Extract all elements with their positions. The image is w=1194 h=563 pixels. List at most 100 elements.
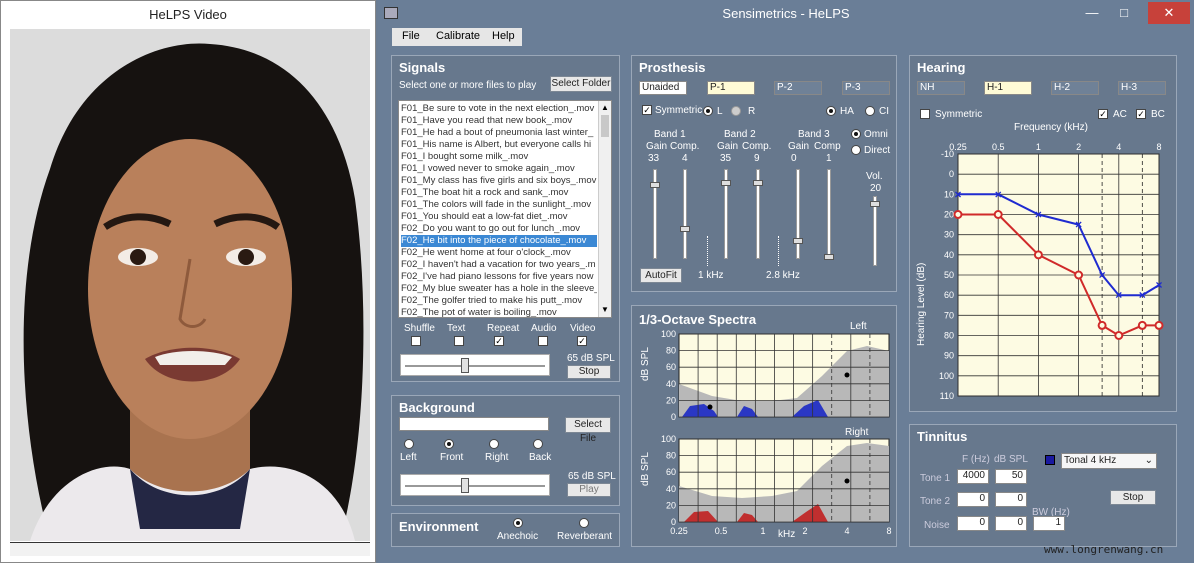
band1-comp-slider[interactable] [680, 169, 690, 259]
signal-file-list[interactable]: F01_Be sure to vote in the next election… [398, 100, 612, 318]
signal-level-slider[interactable] [400, 354, 550, 376]
band2-comp-slider[interactable] [753, 169, 763, 259]
mic-direct-radio[interactable] [851, 145, 861, 155]
background-file-field[interactable] [399, 417, 549, 431]
band3-comp-thumb[interactable] [824, 254, 834, 260]
mic-omni-radio[interactable] [851, 129, 861, 139]
maximize-icon[interactable]: □ [1110, 2, 1138, 24]
noise-level-field[interactable]: 0 [995, 516, 1027, 531]
minimize-icon[interactable]: — [1078, 2, 1106, 24]
audiogram-series-2-point[interactable] [1074, 270, 1084, 280]
menu-file[interactable]: File [402, 30, 420, 42]
tone1-level-field[interactable]: 50 [995, 469, 1027, 484]
band2-gain-slider[interactable] [721, 169, 731, 259]
file-list-item[interactable]: F01_Have you read that new book_.mov [401, 115, 597, 127]
band1-comp-thumb[interactable] [680, 226, 690, 232]
band1-gain-slider[interactable] [650, 169, 660, 259]
noise-bandwidth-field[interactable]: 1 [1033, 516, 1065, 531]
audiogram-series-1-point[interactable]: × [1099, 268, 1106, 282]
signal-option-audio-checkbox[interactable] [538, 336, 548, 346]
file-list-scrollbar[interactable]: ▲ ▼ [598, 101, 611, 317]
hearing-preset-h2[interactable]: H-2 [1051, 81, 1099, 95]
file-list-item[interactable]: F02_I haven't had a vacation for two yea… [401, 259, 597, 271]
hearing-preset-h1[interactable]: H-1 [984, 81, 1032, 95]
menu-calibrate[interactable]: Calibrate [436, 30, 480, 42]
band3-comp-slider[interactable] [824, 169, 834, 260]
file-list-item[interactable]: F01_His name is Albert, but everyone cal… [401, 139, 597, 151]
file-list-item[interactable]: F01_I bought some milk_.mov [401, 151, 597, 163]
signal-option-repeat-checkbox[interactable]: ✓ [494, 336, 504, 346]
prosthesis-preset-p1[interactable]: P-1 [707, 81, 755, 95]
file-list-item[interactable]: F01_I vowed never to smoke again_.mov [401, 163, 597, 175]
ear-right-radio[interactable] [731, 106, 741, 116]
prosthesis-preset-p2[interactable]: P-2 [774, 81, 822, 95]
type-ci-radio[interactable] [865, 106, 875, 116]
tinnitus-type-select[interactable]: Tonal 4 kHz ⌄ [1061, 453, 1157, 469]
audiogram-series-2-point[interactable] [1137, 320, 1147, 330]
audiogram-series-1-point[interactable]: × [1075, 218, 1082, 232]
prosthesis-preset-p3[interactable]: P-3 [842, 81, 890, 95]
prosthesis-symmetric-checkbox[interactable]: ✓ [642, 105, 652, 115]
audiogram-series-2-point[interactable] [1154, 320, 1164, 330]
prosthesis-preset-unaided[interactable]: Unaided [639, 81, 687, 95]
file-list-item[interactable]: F02_He went home at four o'clock_.mov [401, 247, 597, 259]
file-list-item[interactable]: F02_Do you want to go out for lunch_.mov [401, 223, 597, 235]
signal-option-shuffle-checkbox[interactable] [411, 336, 421, 346]
close-icon[interactable]: ✕ [1148, 2, 1190, 24]
band2-comp-thumb[interactable] [753, 180, 763, 186]
file-list-item[interactable]: F02_My blue sweater has a hole in the sl… [401, 283, 597, 295]
signal-option-video-checkbox[interactable]: ✓ [577, 336, 587, 346]
environment-anechoic-radio[interactable] [513, 518, 523, 528]
audiogram-series-1-point[interactable]: × [1035, 208, 1042, 222]
audiogram-series-1-point[interactable]: × [1115, 288, 1122, 302]
noise-frequency-field[interactable]: 0 [957, 516, 989, 531]
file-list-item[interactable]: F01_You should eat a low-fat diet_.mov [401, 211, 597, 223]
signal-stop-button[interactable]: Stop [567, 365, 611, 379]
file-list-item[interactable]: F01_My class has five girls and six boys… [401, 175, 597, 187]
scroll-down-icon[interactable]: ▼ [601, 305, 609, 314]
background-position-left-radio[interactable] [404, 439, 414, 449]
ear-left-radio[interactable] [703, 106, 713, 116]
file-list-item[interactable]: F01_He had a bout of pneumonia last wint… [401, 127, 597, 139]
select-folder-button[interactable]: Select Folder [550, 76, 612, 92]
file-list-item[interactable]: F02_I've had piano lessons for five year… [401, 271, 597, 283]
tone1-frequency-field[interactable]: 4000 [957, 469, 989, 484]
audiogram-series-2-point[interactable] [1114, 331, 1124, 340]
select-file-button[interactable]: Select File [565, 417, 611, 444]
volume-thumb[interactable] [870, 201, 880, 207]
band2-gain-thumb[interactable] [721, 180, 731, 186]
background-play-button[interactable]: Play [567, 483, 611, 497]
tone2-level-field[interactable]: 0 [995, 492, 1027, 507]
hearing-preset-h3[interactable]: H-3 [1118, 81, 1166, 95]
audiogram-series-1-point[interactable]: × [954, 187, 961, 201]
file-list-item[interactable]: F02_The golfer tried to make his putt_.m… [401, 295, 597, 307]
audiogram-series-1-point[interactable]: × [1155, 278, 1162, 292]
scroll-thumb[interactable] [601, 115, 609, 137]
tinnitus-stop-button[interactable]: Stop [1110, 490, 1156, 505]
autofit-button[interactable]: AutoFit [640, 268, 682, 283]
audiogram-series-1-point[interactable]: × [1139, 288, 1146, 302]
volume-slider[interactable] [870, 196, 880, 266]
file-list-item[interactable]: F01_Be sure to vote in the next election… [401, 103, 597, 115]
band3-gain-slider[interactable] [793, 169, 803, 259]
signal-option-text-checkbox[interactable] [454, 336, 464, 346]
audiogram-series-1-point[interactable]: × [995, 187, 1002, 201]
file-list-item[interactable]: F01_The boat hit a rock and sank_.mov [401, 187, 597, 199]
audiogram-series-2-point[interactable] [1033, 250, 1043, 260]
background-level-slider[interactable] [400, 474, 550, 496]
audiogram-series-2-point[interactable] [953, 210, 963, 219]
file-list-item[interactable]: F01_The colors will fade in the sunlight… [401, 199, 597, 211]
background-position-back-radio[interactable] [533, 439, 543, 449]
band3-gain-thumb[interactable] [793, 238, 803, 244]
file-list-item[interactable]: F02_He bit into the piece of chocolate_.… [401, 235, 597, 247]
audiogram-series-2-point[interactable] [993, 210, 1003, 219]
signal-level-thumb[interactable] [461, 358, 469, 373]
band1-gain-thumb[interactable] [650, 182, 660, 188]
tone2-frequency-field[interactable]: 0 [957, 492, 989, 507]
hearing-preset-nh[interactable]: NH [917, 81, 965, 95]
scroll-up-icon[interactable]: ▲ [601, 103, 609, 112]
type-ha-radio[interactable] [826, 106, 836, 116]
file-list-item[interactable]: F02_The pot of water is boiling_.mov [401, 307, 597, 317]
audiogram-series-2-point[interactable] [1097, 320, 1107, 330]
background-position-front-radio[interactable] [444, 439, 454, 449]
